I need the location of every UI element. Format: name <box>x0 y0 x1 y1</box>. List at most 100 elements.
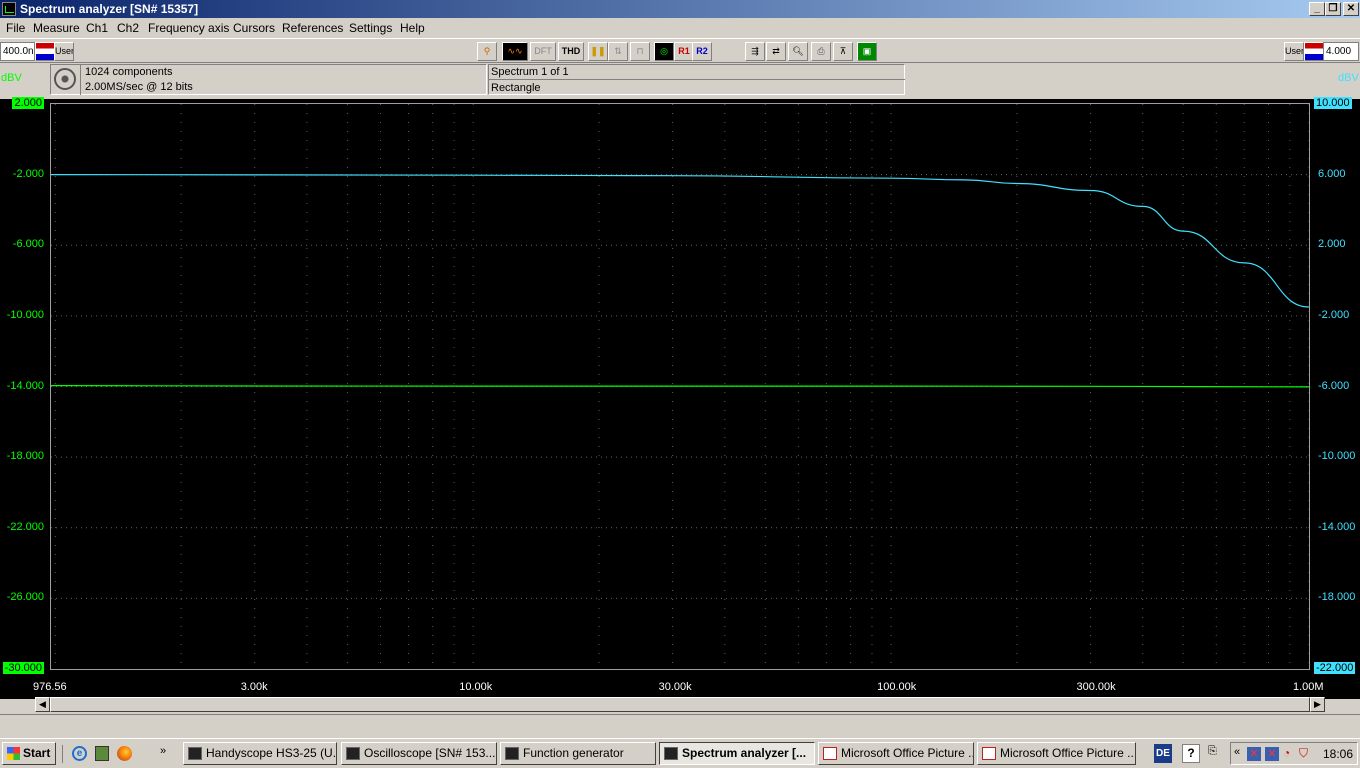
app-icon <box>664 747 678 760</box>
task-picture-manager-1[interactable]: Microsoft Office Picture ... <box>818 742 974 765</box>
spectrum-count-text: Spectrum 1 of 1 <box>491 66 569 78</box>
menu-frequency-axis[interactable]: Frequency axis <box>148 21 229 35</box>
app-icon <box>505 747 519 760</box>
network-disconnected-icon[interactable]: ✕ <box>1247 747 1261 761</box>
start-button[interactable]: Start <box>2 742 56 765</box>
autoscale-icon[interactable]: ⊼ <box>833 42 853 61</box>
probe-icon[interactable]: ⚲ <box>477 42 497 61</box>
zoom-icon[interactable]: 🔍︎ <box>788 42 808 61</box>
window-title: Spectrum analyzer [SN# 15357] <box>20 2 199 16</box>
app-icon <box>188 747 202 760</box>
x-tick-label: 100.00k <box>877 681 917 693</box>
menu-settings[interactable]: Settings <box>349 21 392 35</box>
scroll-left-arrow[interactable]: ◀ <box>35 697 50 712</box>
trigger-icon[interactable]: ⊓ <box>630 42 650 61</box>
language-indicator[interactable]: DE <box>1154 744 1172 763</box>
show-hidden-icons[interactable]: « <box>1234 746 1240 758</box>
task-function-generator[interactable]: Function generator <box>500 742 656 765</box>
frequency-scrollbar[interactable]: ◀ ▶ <box>35 697 1325 712</box>
divider <box>488 79 905 80</box>
app-icon <box>346 747 360 760</box>
left-tick-label: -30.000 <box>2 662 44 674</box>
left-tick-label: -2.000 <box>12 167 44 180</box>
taskbar: Start e » Handyscope HS3-25 (U... Oscill… <box>0 738 1360 768</box>
print-icon[interactable]: ⎙ <box>811 42 831 61</box>
ch2-trace <box>51 174 1309 308</box>
ch1-user-button[interactable]: User <box>54 42 74 61</box>
task-spectrum-analyzer[interactable]: Spectrum analyzer [... <box>659 742 815 765</box>
menu-help[interactable]: Help <box>400 21 425 35</box>
clock[interactable]: 18:06 <box>1323 747 1353 761</box>
network-disconnected-icon[interactable]: ✕ <box>1265 747 1279 761</box>
system-tray: « ✕ ✕ ◔ ⛉ 18:06 <box>1230 742 1358 765</box>
ref1-button[interactable]: R1 <box>674 42 694 61</box>
close-button[interactable]: ✕ <box>1343 2 1359 16</box>
app-icon <box>2 2 16 16</box>
left-tick-label: -6.000 <box>12 238 44 251</box>
language-bar-icon[interactable]: ⎘ <box>1208 745 1217 758</box>
right-tick-label: -10.000 <box>1318 450 1356 463</box>
spectrum-plot[interactable] <box>50 103 1310 670</box>
title-bar: Spectrum analyzer [SN# 15357] _ ❐ ✕ <box>0 0 1360 18</box>
internet-explorer-icon[interactable]: e <box>72 746 87 761</box>
ref2-button[interactable]: R2 <box>692 42 712 61</box>
left-tick-label: -22.000 <box>6 520 44 533</box>
right-tick-label: 10.000 <box>1314 97 1352 109</box>
divider <box>80 64 81 95</box>
sample-rate-text: 2.00MS/sec @ 12 bits <box>85 81 193 93</box>
ch1-range-field[interactable]: 400.0n <box>0 42 35 61</box>
thd-button[interactable]: THD <box>558 42 584 61</box>
right-tick-label: -18.000 <box>1318 591 1356 604</box>
ch1-flag-icon[interactable] <box>35 42 55 61</box>
maximize-button[interactable]: ❐ <box>1325 2 1341 16</box>
help-icon[interactable]: ? <box>1182 744 1200 763</box>
display-icon[interactable]: ▣ <box>857 42 877 61</box>
scroll-thumb[interactable] <box>50 697 1310 712</box>
scope-icon[interactable]: ◎ <box>654 42 674 61</box>
expand-chevron-icon[interactable]: » <box>160 745 166 757</box>
shield-icon[interactable]: ⛉ <box>1299 746 1308 761</box>
waveform-icon[interactable]: ∿∿ <box>502 42 528 61</box>
import-icon[interactable]: ⇄ <box>766 42 786 61</box>
ch2-user-button[interactable]: User <box>1284 42 1304 61</box>
divider <box>62 745 63 763</box>
minimize-button[interactable]: _ <box>1309 2 1325 16</box>
x-tick-label: 300.00k <box>1076 681 1116 693</box>
single-shot-icon[interactable]: ⇅ <box>608 42 628 61</box>
menu-cursors[interactable]: Cursors <box>233 21 275 35</box>
ch2-range-field[interactable]: 4.000 <box>1323 42 1359 61</box>
menu-ch1[interactable]: Ch1 <box>86 21 108 35</box>
left-unit-label: dBV <box>1 72 22 84</box>
scroll-right-arrow[interactable]: ▶ <box>1310 697 1325 712</box>
menu-file[interactable]: File <box>6 21 25 35</box>
left-tick-label: 2.000 <box>12 97 44 109</box>
left-tick-label: -26.000 <box>6 591 44 604</box>
x-tick-label: 30.00k <box>658 681 692 693</box>
ch1-trace <box>51 385 1309 388</box>
firefox-icon[interactable] <box>117 746 132 761</box>
right-tick-label: -22.000 <box>1314 662 1356 674</box>
quick-launch-icon[interactable] <box>95 746 109 761</box>
export-icon[interactable]: ⇶ <box>745 42 765 61</box>
right-tick-label: 6.000 <box>1318 167 1346 180</box>
components-text: 1024 components <box>85 66 173 78</box>
task-handyscope[interactable]: Handyscope HS3-25 (U... <box>183 742 337 765</box>
ch2-flag-icon[interactable] <box>1304 42 1324 61</box>
status-bar <box>0 714 1360 736</box>
dft-button[interactable]: DFT <box>530 42 556 61</box>
menu-references[interactable]: References <box>282 21 343 35</box>
task-oscilloscope[interactable]: Oscilloscope [SN# 153... <box>341 742 497 765</box>
target-icon[interactable] <box>54 68 76 90</box>
task-picture-manager-2[interactable]: Microsoft Office Picture ... <box>977 742 1136 765</box>
toolbar: 400.0n User ⚲ ∿∿ DFT THD ❚❚ ⇅ ⊓ ◎ R1 R2 … <box>0 38 1360 63</box>
pause-icon[interactable]: ❚❚ <box>588 42 608 61</box>
menu-measure[interactable]: Measure <box>33 21 80 35</box>
right-tick-label: -2.000 <box>1318 308 1350 321</box>
window-function-text: Rectangle <box>491 82 541 94</box>
right-tick-label: 2.000 <box>1318 238 1346 251</box>
left-tick-label: -10.000 <box>6 308 44 321</box>
right-unit-label: dBV <box>1338 72 1359 84</box>
wifi-icon[interactable]: ◔ <box>1283 746 1290 760</box>
x-tick-label: 3.00k <box>240 681 268 693</box>
menu-ch2[interactable]: Ch2 <box>117 21 139 35</box>
